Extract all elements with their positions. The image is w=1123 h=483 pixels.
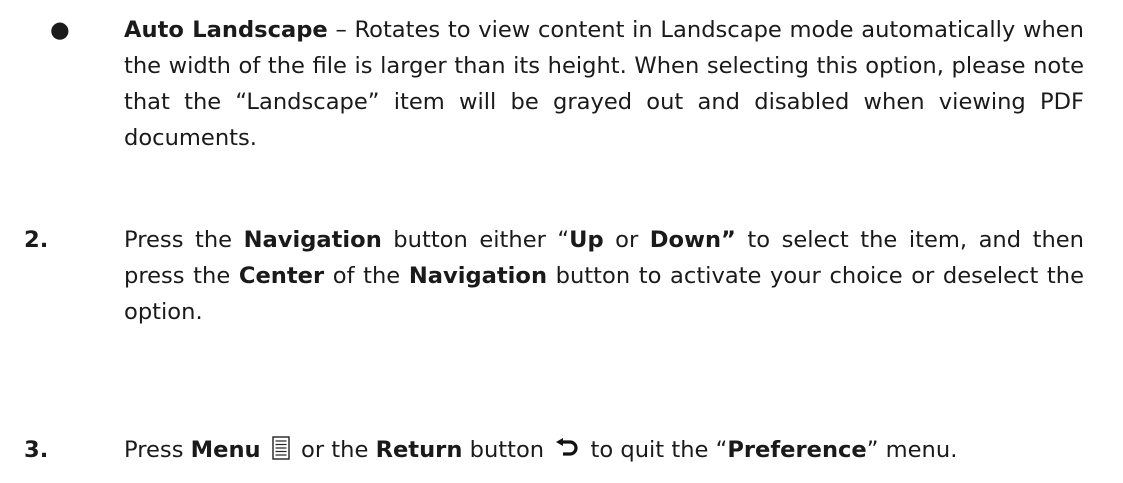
step-3-text: Press: [124, 437, 191, 463]
menu-list-icon: [272, 435, 290, 471]
step-2-text: of the: [324, 263, 409, 289]
step-3-text: button: [462, 437, 552, 463]
up-term: Up: [569, 227, 604, 253]
down-term: Down”: [649, 227, 736, 253]
step-3-number: 3.: [24, 437, 49, 463]
preference-term: Preference: [727, 437, 867, 463]
step-2-text: or: [603, 227, 650, 253]
step-2-number: 2.: [24, 227, 49, 253]
step-2-paragraph: Press the Navigation button either “Up o…: [124, 222, 1084, 330]
center-term: Center: [238, 263, 325, 289]
auto-landscape-paragraph: Auto Landscape – Rotates to view content…: [124, 12, 1084, 156]
navigation-term: Navigation: [408, 263, 548, 289]
step-3-text: to quit the “: [583, 437, 728, 463]
step-2-text: Press the: [124, 227, 244, 253]
step-3-text: or the: [293, 437, 376, 463]
navigation-term: Navigation: [243, 227, 382, 253]
bullet-marker: ●: [50, 17, 70, 43]
auto-landscape-title: Auto Landscape: [124, 17, 328, 43]
return-arrow-icon: [555, 435, 579, 471]
step-3-paragraph: Press Menu or the Return button to quit …: [124, 432, 1099, 471]
step-3-text: ” menu.: [866, 437, 958, 463]
manual-page: ● Auto Landscape – Rotates to view conte…: [0, 0, 1123, 483]
return-term: Return: [375, 437, 463, 463]
step-2-text: button either “: [381, 227, 570, 253]
menu-term: Menu: [190, 437, 261, 463]
